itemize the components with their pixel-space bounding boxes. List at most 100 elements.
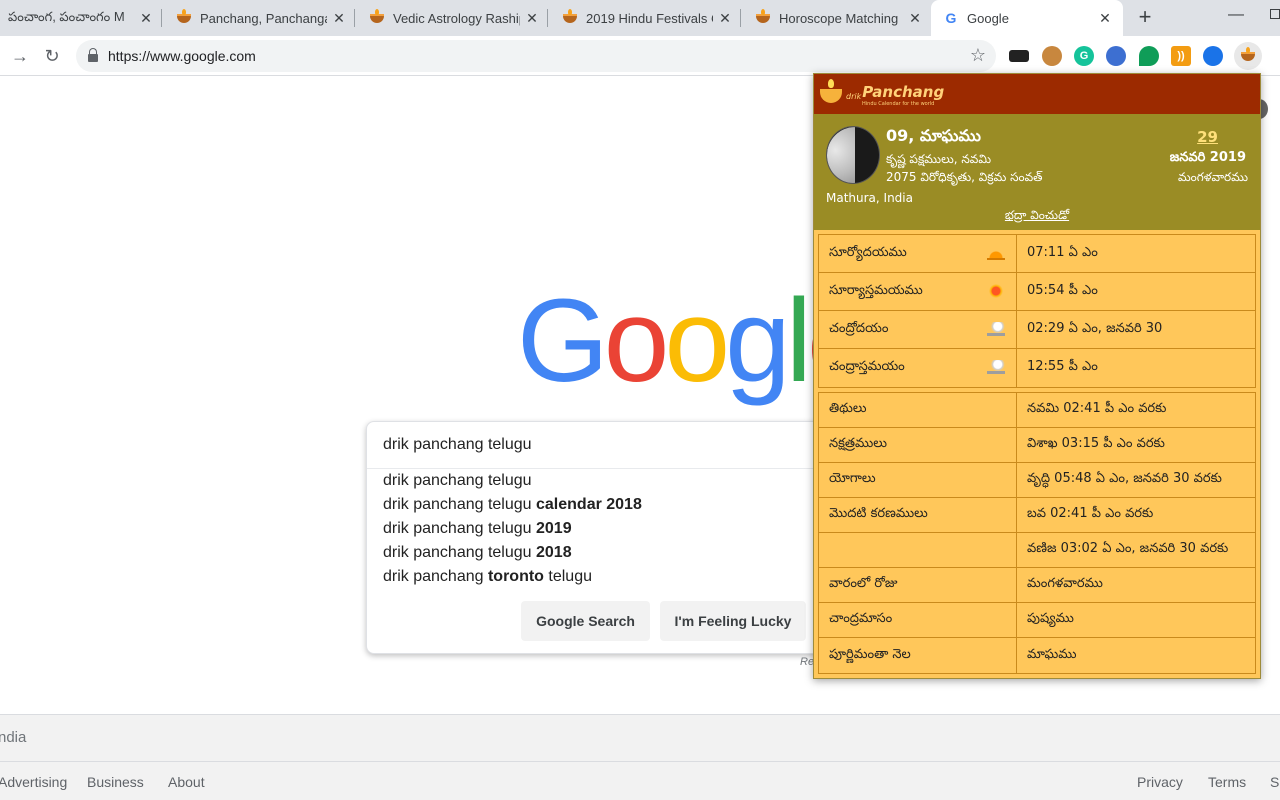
tab-title: 2019 Hindu Festivals Ca	[586, 10, 713, 26]
logo-letter: l	[785, 275, 812, 407]
suggestion-bold: toronto	[487, 568, 544, 585]
close-icon[interactable]: ✕	[907, 10, 923, 26]
search-input[interactable]: drik panchang telugu	[383, 436, 532, 454]
grammarly-extension-icon[interactable]: G	[1074, 46, 1094, 66]
bookmark-star-icon[interactable]: ☆	[970, 45, 986, 66]
feeling-lucky-button[interactable]: I'm Feeling Lucky	[660, 601, 806, 641]
footer-link-privacy[interactable]: Privacy	[1137, 774, 1183, 790]
row-label: మొదటి కరణములు	[829, 506, 928, 521]
suggestion-text: drik panchang telugu	[383, 544, 536, 561]
address-bar[interactable]: https://www.google.com ☆	[76, 40, 996, 72]
close-icon[interactable]: ✕	[1097, 10, 1113, 26]
day-link[interactable]: 29	[1197, 128, 1218, 146]
table-row: మొదటి కరణములు బవ 02:41 పీ ఎం వరకు	[819, 498, 1255, 533]
url-text[interactable]: https://www.google.com	[108, 48, 256, 64]
row-label: సూర్యాస్తమయము	[829, 282, 923, 298]
row-label: నక్షత్రములు	[829, 436, 887, 451]
tab-horoscope-matching[interactable]: Horoscope Matching | K ✕	[741, 0, 931, 36]
row-value: మాఘము	[1027, 646, 1077, 662]
maximize-icon[interactable]	[1270, 9, 1280, 19]
tab-hindu-festivals[interactable]: 2019 Hindu Festivals Ca ✕	[548, 0, 741, 36]
samvat-text: 2075 విరోధికృతు, విక్రమ సంవత్	[886, 170, 1043, 184]
suggestion-item[interactable]: drik panchang telugu calendar 2018	[383, 496, 642, 514]
close-icon[interactable]: ✕	[524, 10, 540, 26]
table-row: తిథులు నవమి 02:41 పీ ఎం వరకు	[819, 393, 1255, 428]
paksha-text: కృష్ణ పక్షములు, నవమి	[886, 152, 992, 166]
bhadra-link[interactable]: భద్రా వించుడో	[814, 208, 1260, 225]
footer-link-business[interactable]: Business	[87, 774, 144, 790]
globe-extension-icon[interactable]	[1106, 46, 1126, 66]
google-icon: G	[945, 10, 957, 26]
browser-toolbar: → ↻ https://www.google.com ☆ G ))	[0, 36, 1280, 76]
search-box[interactable]: drik panchang telugu drik panchang telug…	[366, 421, 827, 654]
suggestion-text: drik panchang telugu	[383, 496, 536, 513]
row-label: తిథులు	[829, 401, 867, 416]
row-label: యోగాలు	[829, 471, 876, 486]
cookie-extension-icon[interactable]	[1042, 46, 1062, 66]
row-value: నవమి 02:41 పీ ఎం వరకు	[1027, 401, 1167, 416]
tab-title: Horoscope Matching | K	[779, 10, 903, 26]
tab-panchang-telugu[interactable]: పంచాంగ, పంచాంగం M ✕	[0, 0, 162, 36]
footer-link-about[interactable]: About	[168, 774, 205, 790]
suggestion-item[interactable]: drik panchang telugu 2018	[383, 544, 572, 562]
sunset-icon	[987, 284, 1005, 298]
row-label: చంద్రోదయం	[829, 320, 889, 336]
compass-extension-icon[interactable]	[1203, 46, 1223, 66]
table-row: చంద్రాస్తమయం 12:55 పీ ఎం	[819, 349, 1255, 387]
row-value: 07:11 ఏ ఎం	[1027, 244, 1098, 260]
sunrise-icon	[987, 246, 1005, 260]
tab-vedic-astrology[interactable]: Vedic Astrology Rashiph ✕	[355, 0, 548, 36]
suggestion-text: drik panchang telugu	[383, 520, 536, 537]
weekday: మంగళవారము	[1177, 170, 1248, 184]
tab-google[interactable]: G Google ✕	[931, 0, 1123, 36]
date-summary: 09, మాఘము కృష్ణ పక్షములు, నవమి 2075 విరో…	[814, 114, 1260, 230]
drik-panchang-logo[interactable]: drik Panchang Hindu Calendar for the wor…	[820, 79, 944, 107]
footer-link-settings[interactable]: S	[1270, 774, 1279, 790]
rss-extension-icon[interactable]: ))	[1171, 46, 1191, 66]
google-search-button[interactable]: Google Search	[521, 601, 650, 641]
row-value: విశాఖ 03:15 పీ ఎం వరకు	[1027, 436, 1165, 451]
suggestion-item[interactable]: drik panchang toronto telugu	[383, 568, 592, 586]
reload-icon[interactable]: ↻	[40, 44, 64, 68]
glasses-extension-icon[interactable]	[1009, 50, 1029, 62]
new-tab-button[interactable]: +	[1133, 6, 1157, 30]
forward-arrow-icon[interactable]: →	[8, 44, 32, 68]
row-value: మంగళవారము	[1027, 576, 1103, 591]
row-label: చంద్రాస్తమయం	[829, 359, 905, 374]
close-icon[interactable]: ✕	[138, 10, 154, 26]
suggestion-bold: calendar 2018	[536, 496, 642, 513]
diya-lamp-icon	[369, 8, 385, 26]
footer: ndia Advertising Business About Privacy …	[0, 714, 1280, 800]
brand-tagline: Hindu Calendar for the world	[862, 101, 935, 107]
brand-small: drik	[846, 91, 862, 101]
suggestion-text: drik panchang	[383, 568, 488, 585]
close-icon[interactable]: ✕	[331, 10, 347, 26]
table-row: సూర్యాస్తమయము 05:54 పీ ఎం	[819, 273, 1255, 311]
drik-panchang-extension-icon[interactable]	[1234, 42, 1262, 70]
panchang-details-table: తిథులు నవమి 02:41 పీ ఎం వరకు నక్షత్రములు వ…	[818, 392, 1256, 674]
footer-link-advertising[interactable]: Advertising	[0, 774, 67, 790]
footer-link-terms[interactable]: Terms	[1208, 774, 1246, 790]
row-value: 05:54 పీ ఎం	[1027, 282, 1098, 298]
row-value: 02:29 ఏ ఎం, జనవరి 30	[1027, 320, 1163, 336]
logo-letter: o	[603, 275, 670, 407]
report-link[interactable]: Re	[800, 656, 814, 668]
logo-letter: G	[517, 275, 609, 407]
table-row: చంద్రోదయం 02:29 ఏ ఎం, జనవరి 30	[819, 311, 1255, 349]
tab-title: Vedic Astrology Rashiph	[393, 10, 520, 26]
month-year: జనవరి 2019	[1169, 150, 1246, 165]
suggestion-item[interactable]: drik panchang telugu	[383, 472, 532, 490]
row-value: పుష్యము	[1027, 611, 1074, 626]
minimize-icon[interactable]: —	[1228, 6, 1244, 23]
moon-phase-icon	[826, 126, 880, 184]
row-value: వణిజ 03:02 ఏ ఎం, జనవరి 30 వరకు	[1027, 541, 1229, 556]
logo-letter: g	[725, 275, 791, 407]
suggestion-bold: 2018	[536, 544, 572, 561]
row-value: బవ 02:41 పీ ఎం వరకు	[1027, 506, 1154, 521]
evernote-extension-icon[interactable]	[1139, 46, 1159, 66]
tab-panchang[interactable]: Panchang, Panchangam ✕	[162, 0, 355, 36]
close-icon[interactable]: ✕	[717, 10, 733, 26]
tab-title: పంచాంగ, పంచాంగం M	[8, 8, 125, 24]
location-text: Mathura, India	[826, 191, 913, 205]
suggestion-item[interactable]: drik panchang telugu 2019	[383, 520, 572, 538]
